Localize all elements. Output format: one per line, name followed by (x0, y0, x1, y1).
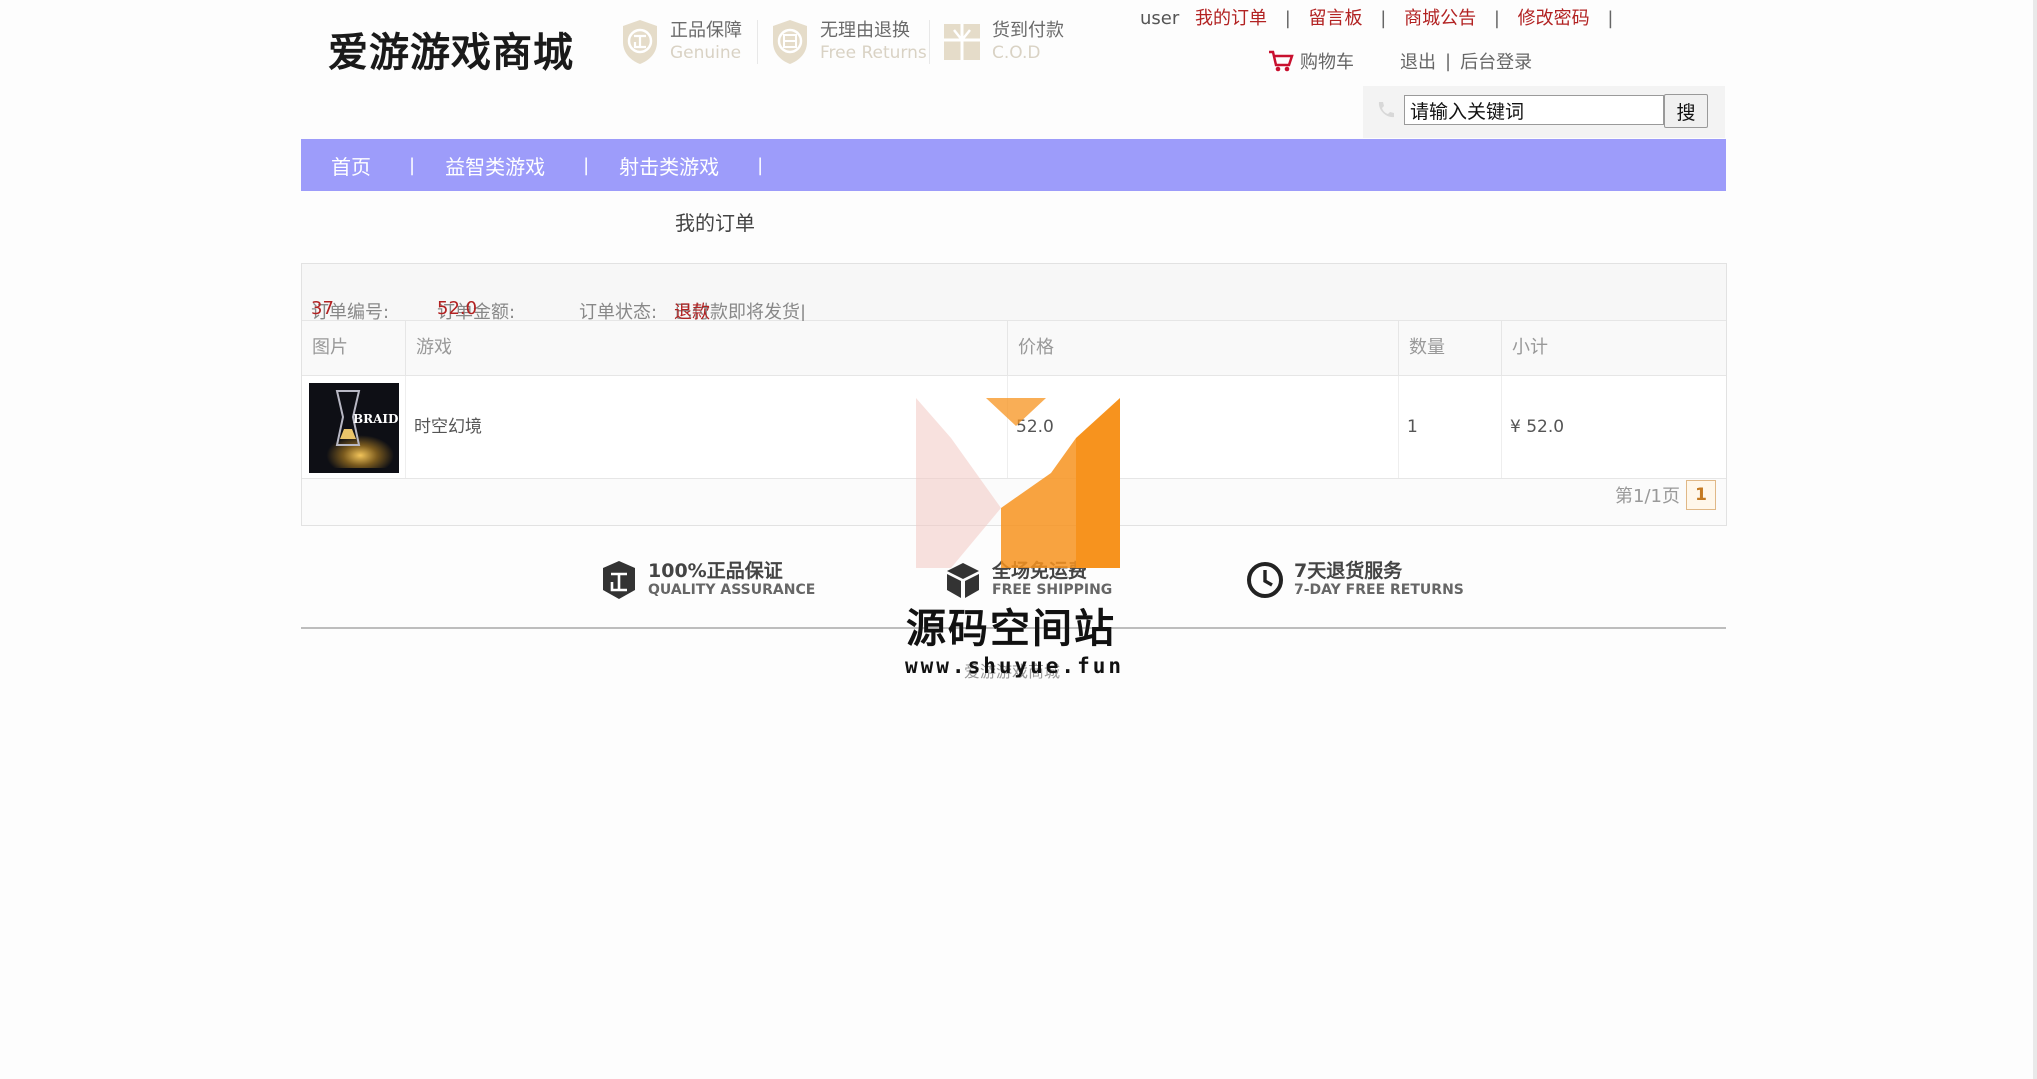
badge-divider (929, 20, 930, 64)
badge-divider (757, 20, 758, 64)
phone-icon (1378, 102, 1394, 118)
search-bar: 搜 (1363, 86, 1725, 138)
badge-cod-en: C.O.D (992, 43, 1041, 63)
logout-link[interactable]: 退出 (1400, 48, 1436, 74)
badge-free-returns: 无理由退换 Free Returns (770, 14, 927, 70)
watermark-logo-icon (916, 398, 1120, 568)
cart-link[interactable]: 购物车 (1300, 48, 1354, 74)
pipe: | (1607, 8, 1614, 29)
order-header: 订单编号: 37 订单金额: 52.0 订单状态: 已付款即将发货| 退款 (302, 264, 1726, 323)
gift-box-icon (944, 24, 980, 60)
pagination: 第1/1页 1 (1615, 480, 1716, 510)
col-subtotal: 小计 (1512, 337, 1548, 358)
shield-tui-icon (773, 20, 807, 64)
pipe: | (1493, 8, 1500, 29)
badge-cod: 货到付款 C.O.D (942, 14, 1064, 70)
order-amount: 52.0 (437, 298, 478, 319)
cart-icon[interactable] (1268, 49, 1294, 73)
badge-genuine-cn: 正品保障 (670, 20, 742, 41)
zheng-badge-icon (603, 561, 635, 599)
feature-returns-en: 7-DAY FREE RETURNS (1294, 582, 1464, 598)
feature-quality: 100%正品保证 QUALITY ASSURANCE (600, 560, 815, 600)
badge-returns-en: Free Returns (820, 43, 927, 63)
link-announcements[interactable]: 商城公告 (1404, 8, 1476, 29)
feature-returns: 7天退货服务 7-DAY FREE RETURNS (1246, 560, 1464, 600)
username: user (1140, 8, 1180, 29)
nav-separator: | (757, 154, 764, 176)
clock-icon (1247, 562, 1283, 598)
cell-qty: 1 (1399, 376, 1502, 478)
page-title: 我的订单 (675, 211, 755, 235)
watermark-title: 源码空间站 (906, 606, 1116, 652)
svg-text:BRAID: BRAID (353, 412, 398, 426)
site-logo[interactable]: 爱游游戏商城 (328, 20, 574, 78)
pipe: | (1284, 8, 1291, 29)
col-game: 游戏 (406, 321, 1008, 375)
feature-quality-en: QUALITY ASSURANCE (648, 582, 816, 598)
order-id: 37 (311, 298, 334, 319)
cell-image: BRAID (302, 376, 406, 478)
main-nav: 首页 | 益智类游戏 | 射击类游戏 | (301, 139, 1726, 191)
nav-separator: | (409, 154, 416, 176)
badge-returns-cn: 无理由退换 (820, 20, 910, 41)
badge-genuine-en: Genuine (670, 43, 742, 63)
pipe: | (1380, 8, 1387, 29)
cell-subtotal: ¥ 52.0 (1510, 417, 1565, 437)
nav-separator: | (583, 154, 590, 176)
link-message-board[interactable]: 留言板 (1309, 8, 1363, 29)
pipe: | (1445, 50, 1452, 72)
badge-cod-cn: 货到付款 (992, 20, 1064, 41)
nav-item-shooter-games[interactable]: 射击类游戏 (619, 151, 719, 180)
feature-quality-cn: 100%正品保证 (648, 560, 783, 582)
cart-row: 购物车 退出 | 后台登录 (1268, 48, 1532, 74)
col-price: 价格 (1008, 321, 1399, 375)
link-my-orders[interactable]: 我的订单 (1195, 8, 1267, 29)
link-change-password[interactable]: 修改密码 (1518, 8, 1590, 29)
col-qty: 数量 (1399, 321, 1502, 375)
col-image: 图片 (302, 321, 406, 375)
game-thumbnail[interactable]: BRAID (309, 383, 399, 473)
feature-returns-cn: 7天退货服务 (1294, 560, 1403, 582)
table-header: 图片 游戏 价格 数量 小计 (302, 321, 1726, 376)
pager-text: 第1/1页 (1615, 486, 1680, 507)
badge-genuine: 正品保障 Genuine (620, 14, 742, 70)
pager-current-page[interactable]: 1 (1686, 480, 1716, 510)
search-input[interactable] (1404, 95, 1664, 125)
nav-item-puzzle-games[interactable]: 益智类游戏 (445, 151, 545, 180)
scrollbar[interactable] (2033, 0, 2037, 1079)
admin-login-link[interactable]: 后台登录 (1460, 48, 1532, 74)
nav-item-home[interactable]: 首页 (331, 151, 371, 180)
shield-zheng-icon (623, 20, 657, 64)
top-links: user 我的订单 | 留言板 | 商城公告 | 修改密码 | (1140, 4, 1625, 30)
watermark-url: www.shuyue.fun (905, 654, 1125, 678)
search-button[interactable]: 搜 (1664, 94, 1708, 128)
